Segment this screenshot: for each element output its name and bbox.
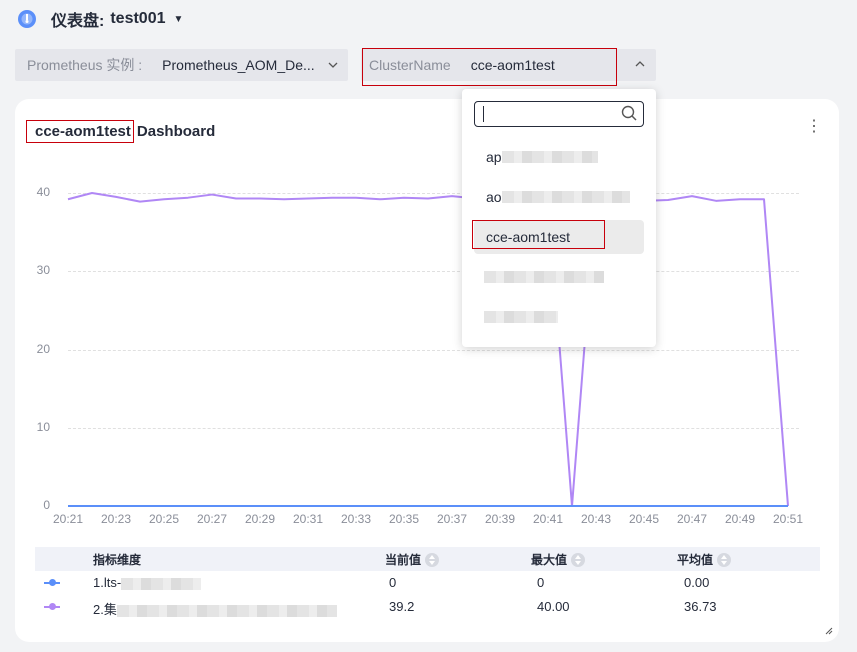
row-current: 39.2: [389, 599, 415, 614]
table-row[interactable]: 2.集 39.2 40.00 36.73: [35, 595, 820, 619]
x-tick-label: 20:33: [340, 512, 372, 526]
x-tick-label: 20:43: [580, 512, 612, 526]
y-tick-label: 30: [36, 263, 50, 278]
row-name: 2.集: [93, 599, 337, 618]
search-icon[interactable]: [621, 105, 638, 122]
row-current: 0: [389, 575, 397, 590]
sort-icon[interactable]: [717, 553, 732, 568]
redacted-text: [484, 311, 558, 323]
col-avg-label: 平均值: [677, 552, 714, 567]
x-tick-label: 20:49: [724, 512, 756, 526]
option-highlight: [472, 220, 605, 249]
x-tick-label: 20:29: [244, 512, 276, 526]
text-cursor: [483, 106, 484, 122]
col-max-label: 最大值: [531, 552, 568, 567]
x-tick-label: 20:25: [148, 512, 180, 526]
col-current[interactable]: 当前值: [385, 551, 440, 568]
col-max[interactable]: 最大值: [531, 551, 586, 568]
redacted-text: [121, 577, 202, 590]
row-max: 40.00: [537, 599, 570, 614]
redacted-text: [501, 191, 630, 203]
y-tick-label: 20: [36, 341, 50, 356]
redacted-text: [116, 604, 337, 617]
x-tick-label: 20:45: [628, 512, 660, 526]
cluster-dropdown-menu: ap ao cce-aom1test: [462, 89, 656, 347]
dropdown-option[interactable]: [474, 300, 644, 334]
x-tick-label: 20:41: [532, 512, 564, 526]
y-tick-label: 10: [36, 419, 50, 434]
x-tick-label: 20:23: [100, 512, 132, 526]
redacted-text: [501, 151, 598, 163]
x-tick-label: 20:27: [196, 512, 228, 526]
dropdown-search-input[interactable]: [474, 101, 644, 127]
series-line-2[interactable]: [67, 192, 789, 507]
row-name: 1.lts-: [93, 575, 202, 590]
y-tick-label: 40: [36, 185, 50, 199]
col-avg[interactable]: 平均值: [677, 551, 732, 568]
dropdown-option[interactable]: ao: [474, 180, 644, 214]
col-current-label: 当前值: [385, 552, 422, 567]
option-label: ao: [486, 189, 502, 205]
x-tick-label: 20:35: [388, 512, 420, 526]
dropdown-option[interactable]: [474, 260, 644, 294]
redacted-text: [484, 271, 604, 283]
x-tick-label: 20:37: [436, 512, 468, 526]
table-header: 指标维度 当前值 最大值 平均值: [35, 547, 820, 571]
x-tick-label: 20:39: [484, 512, 516, 526]
legend-table: 指标维度 当前值 最大值 平均值 1.lts- 0 0 0.00 2.集 39.…: [35, 547, 820, 619]
x-tick-label: 20:31: [292, 512, 324, 526]
table-row[interactable]: 1.lts- 0 0 0.00: [35, 571, 820, 595]
row-max: 0: [537, 575, 545, 590]
x-tick-label: 20:51: [772, 512, 804, 526]
dropdown-option[interactable]: ap: [474, 140, 644, 174]
option-label: ap: [486, 149, 502, 165]
x-tick-label: 20:21: [52, 512, 84, 526]
x-tick-label: 20:47: [676, 512, 708, 526]
sort-icon[interactable]: [425, 553, 440, 568]
series-marker-icon: [44, 603, 60, 610]
resize-handle-icon[interactable]: [823, 625, 833, 635]
sort-icon[interactable]: [571, 553, 586, 568]
row-avg: 0.00: [684, 575, 710, 590]
series-marker-icon: [44, 579, 60, 586]
y-tick-label: 0: [43, 498, 50, 512]
row-avg: 36.73: [684, 599, 717, 614]
col-dimension: 指标维度: [93, 552, 142, 567]
